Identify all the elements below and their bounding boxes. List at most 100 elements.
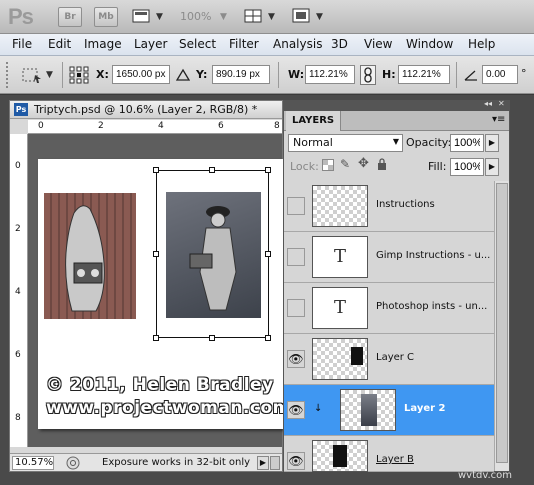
horizontal-scrollbar[interactable] — [270, 456, 280, 470]
fill-field[interactable] — [450, 158, 484, 176]
layer-row[interactable]: 👁 Layer B — [284, 436, 494, 472]
document-status-bar: 10.57% Exposure works in 32-bit only ▶ — [10, 453, 282, 471]
mini-bridge-button[interactable]: Mb — [94, 7, 118, 27]
layers-panel[interactable]: ◂◂ ✕ LAYERS ▾≡ Normal ▼ Opacity: ▶ Lock:… — [283, 99, 510, 472]
scrollbar-thumb[interactable] — [496, 183, 508, 463]
status-zoom-field[interactable]: 10.57% — [12, 456, 54, 470]
opacity-label: Opacity: — [406, 136, 452, 149]
eye-icon[interactable]: 👁 — [287, 452, 305, 470]
lock-icon[interactable] — [377, 158, 387, 170]
options-bar: ▼ X: Y: W: H: ° — [0, 56, 534, 94]
menu-help[interactable]: Help — [468, 37, 495, 51]
menu-filter[interactable]: Filter — [229, 37, 259, 51]
visibility-toggle[interactable] — [287, 299, 305, 317]
watermark-copyright: © 2011, Helen Bradley — [46, 375, 274, 395]
panel-menu-icon[interactable]: ▾≡ — [492, 114, 505, 125]
transform-handle[interactable] — [265, 167, 271, 173]
photoshop-logo: Ps — [8, 4, 34, 29]
layer-name: Layer C — [376, 352, 415, 363]
delta-icon[interactable] — [175, 68, 191, 82]
panel-header[interactable]: ◂◂ ✕ — [284, 99, 509, 111]
layer-row[interactable]: Instructions — [284, 181, 494, 232]
menu-edit[interactable]: Edit — [48, 37, 71, 51]
chevron-down-icon[interactable]: ▼ — [316, 12, 323, 22]
bridge-button[interactable]: Br — [58, 7, 82, 27]
zoom-level[interactable]: 100% — [180, 10, 211, 23]
opacity-field[interactable] — [450, 134, 484, 152]
menu-3d[interactable]: 3D — [331, 37, 348, 51]
ruler-tick: 4 — [158, 121, 164, 131]
brush-icon[interactable]: ✎ — [340, 157, 350, 171]
document-tab[interactable]: Ps Triptych.psd @ 10.6% (Layer 2, RGB/8)… — [10, 101, 282, 119]
arrange-documents-icon[interactable] — [244, 8, 264, 24]
ruler-tick: 6 — [15, 350, 21, 360]
chevron-down-icon[interactable]: ▼ — [268, 12, 275, 22]
layer-name: Gimp Instructions - u... — [376, 250, 491, 261]
layer-row-selected[interactable]: 👁 ↓ Layer 2 — [284, 385, 494, 436]
blend-mode-select[interactable]: Normal ▼ — [288, 134, 403, 152]
menu-analysis[interactable]: Analysis — [273, 37, 322, 51]
width-field[interactable] — [305, 65, 355, 84]
transform-handle[interactable] — [265, 251, 271, 257]
menu-image[interactable]: Image — [84, 37, 122, 51]
x-position-field[interactable] — [112, 65, 170, 84]
transform-handle[interactable] — [265, 335, 271, 341]
ruler-vertical[interactable]: 0 2 4 6 8 — [10, 134, 28, 447]
ruler-horizontal[interactable]: 0 2 4 6 8 — [28, 120, 282, 134]
transform-handle[interactable] — [153, 167, 159, 173]
layer-row[interactable]: 👁 Layer C — [284, 334, 494, 385]
transform-handle[interactable] — [153, 251, 159, 257]
tab-layers[interactable]: LAYERS — [286, 111, 342, 131]
transform-handle[interactable] — [209, 167, 215, 173]
visibility-toggle[interactable] — [287, 248, 305, 266]
status-menu-icon[interactable] — [66, 456, 80, 470]
eye-icon[interactable]: 👁 — [287, 401, 305, 419]
angle-field[interactable] — [482, 65, 518, 84]
layer-row[interactable]: T Photoshop insts - un... — [284, 283, 494, 334]
blend-mode-value: Normal — [293, 136, 333, 149]
view-extras-icon[interactable] — [132, 8, 152, 24]
move-icon[interactable]: ✥ — [358, 156, 369, 171]
ruler-tick: 8 — [274, 121, 280, 131]
ruler-tick: 6 — [218, 121, 224, 131]
collapse-icon[interactable]: ◂◂ — [484, 99, 492, 108]
layer-thumbnail — [340, 389, 396, 431]
credit-text: wvtdv.com — [458, 470, 513, 481]
menu-view[interactable]: View — [364, 37, 392, 51]
lock-label: Lock: — [290, 160, 319, 173]
menu-window[interactable]: Window — [406, 37, 453, 51]
y-position-field[interactable] — [212, 65, 270, 84]
visibility-toggle[interactable] — [287, 197, 305, 215]
options-grip[interactable] — [6, 62, 12, 88]
angle-icon[interactable] — [464, 68, 478, 82]
eye-icon[interactable]: 👁 — [287, 350, 305, 368]
close-icon[interactable]: ✕ — [498, 99, 505, 108]
menu-file[interactable]: File — [12, 37, 32, 51]
ruler-tick: 0 — [38, 121, 44, 131]
divider — [456, 62, 457, 88]
screen-mode-icon[interactable] — [292, 8, 312, 24]
degree-icon: ° — [521, 67, 527, 80]
height-field[interactable] — [398, 65, 450, 84]
ruler-tick: 2 — [15, 224, 21, 234]
fill-arrow-button[interactable]: ▶ — [485, 158, 499, 176]
menu-bar: File Edit Image Layer Select Filter Anal… — [0, 34, 534, 56]
transform-handle[interactable] — [153, 335, 159, 341]
transform-bounding-box[interactable] — [156, 170, 269, 338]
chevron-down-icon[interactable]: ▼ — [156, 12, 163, 22]
y-label: Y: — [196, 68, 208, 81]
lock-transparency-icon[interactable] — [322, 159, 334, 171]
status-arrow-button[interactable]: ▶ — [257, 456, 269, 470]
layer-row[interactable]: T Gimp Instructions - u... — [284, 232, 494, 283]
menu-layer[interactable]: Layer — [134, 37, 167, 51]
layers-scrollbar[interactable] — [494, 181, 509, 471]
chevron-down-icon[interactable]: ▼ — [46, 70, 53, 80]
chevron-down-icon[interactable]: ▼ — [220, 12, 227, 22]
transform-tool-icon[interactable] — [20, 65, 44, 85]
link-icon[interactable] — [360, 65, 376, 85]
transform-handle[interactable] — [209, 335, 215, 341]
opacity-arrow-button[interactable]: ▶ — [485, 134, 499, 152]
reference-point-icon[interactable] — [68, 65, 90, 85]
clip-arrow-icon: ↓ — [314, 403, 323, 414]
menu-select[interactable]: Select — [179, 37, 216, 51]
